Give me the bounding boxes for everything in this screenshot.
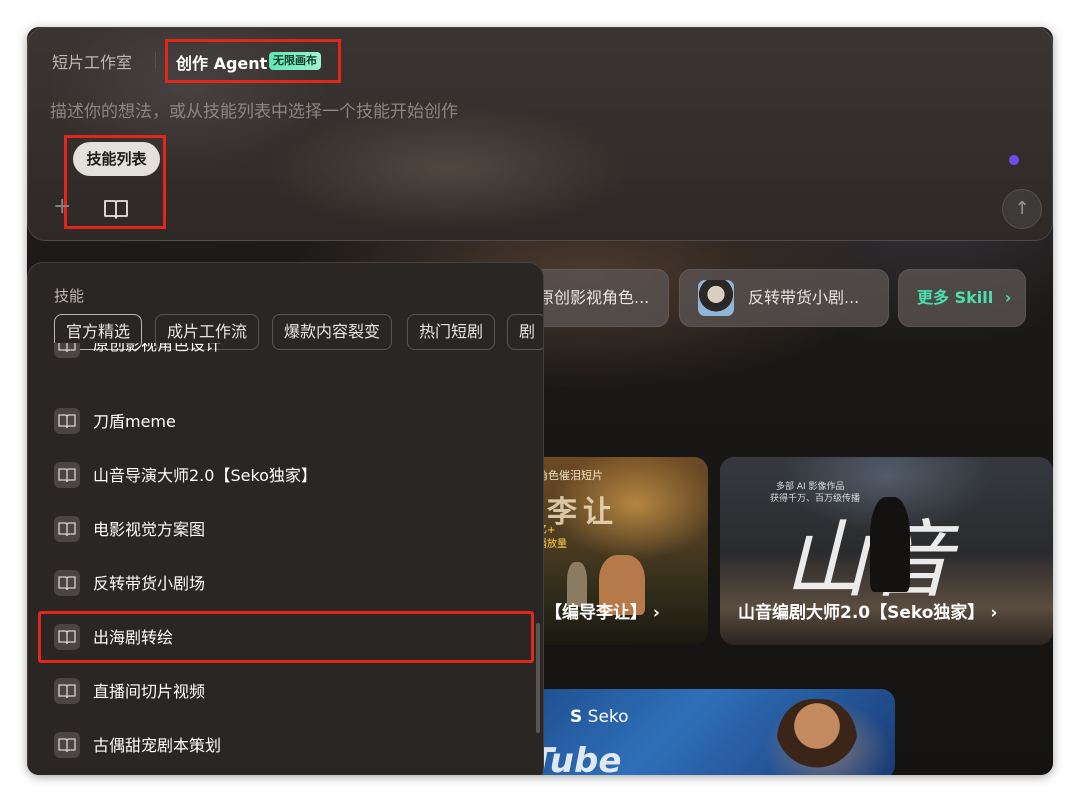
skill-label: 原创影视角色设计 — [93, 343, 222, 354]
book-icon — [54, 343, 80, 358]
book-icon — [54, 678, 80, 704]
chevron-right-icon: › — [652, 603, 660, 623]
skills-dropdown: 技能 官方精选 成片工作流 爆款内容裂变 热门短剧 剧 原创影视角色设计 刀盾m… — [27, 262, 544, 775]
skill-list-item[interactable]: 原创影视角色设计 — [28, 343, 543, 373]
person-figure — [870, 497, 910, 592]
skill-label: 反转带货小剧场 — [93, 574, 206, 593]
tab-divider — [155, 52, 156, 68]
skill-list-item[interactable]: 反转带货小剧场 — [28, 555, 543, 609]
book-icon — [54, 462, 80, 488]
card-label: 【编导李让】 › — [545, 603, 660, 623]
tab-create-agent[interactable]: 创作 Agent 无限画布 — [165, 39, 341, 83]
skill-list-item[interactable]: 古偶甜宠剧本策划 — [28, 717, 543, 771]
skill-pill-label: 反转带货小剧... — [748, 288, 860, 307]
book-icon — [54, 408, 80, 434]
scrollbar-thumb[interactable] — [536, 623, 540, 733]
skill-label: 山音导演大师2.0【Seko独家】 — [93, 466, 317, 485]
card-poster-title: 李让 — [547, 495, 619, 530]
skill-label: 电影视觉方案图 — [93, 520, 206, 539]
prompt-composer: 短片工作室 创作 Agent 无限画布 描述你的想法，或从技能列表中选择一个技能… — [27, 27, 1053, 241]
status-dot — [1009, 155, 1019, 165]
chevron-right-icon: › — [990, 603, 998, 623]
card-tagline: 角色催泪短片 — [537, 469, 603, 482]
skill-label: 刀盾meme — [93, 412, 176, 431]
skill-list-item[interactable]: 直播间切片视频 — [28, 663, 543, 717]
skill-pill-label: 原创影视角色... — [538, 288, 650, 307]
send-button[interactable]: ↑ — [1002, 189, 1042, 229]
skill-label: 古偶甜宠剧本策划 — [93, 736, 222, 755]
featured-card-li-rang[interactable]: 角色催泪短片 李让 亿+ 播放量 【编导李让】 › — [527, 457, 708, 645]
tab-agent-label: 创作 Agent — [176, 54, 268, 73]
skill-list-item[interactable]: 电影视觉方案图 — [28, 501, 543, 555]
book-icon[interactable] — [103, 198, 129, 220]
skill-list-item[interactable]: 刀盾meme — [28, 393, 543, 447]
skill-thumbnail — [698, 280, 734, 316]
book-icon — [54, 570, 80, 596]
plus-icon[interactable]: + — [53, 196, 71, 218]
skill-list-chip[interactable]: 技能列表 — [73, 142, 160, 176]
prompt-input[interactable]: 描述你的想法，或从技能列表中选择一个技能开始创作 — [50, 97, 458, 122]
tab-short-film-studio[interactable]: 短片工作室 — [52, 49, 132, 73]
featured-card-seko[interactable]: S Seko Tube — [527, 689, 895, 775]
featured-card-shanyin[interactable]: 多部 AI 影像作品 获得千万、百万级传播 山音 山音编剧大师2.0【Seko独… — [720, 457, 1053, 645]
card-poster-title: Tube — [531, 741, 622, 775]
infinite-canvas-badge: 无限画布 — [269, 52, 321, 70]
card-calligraphy-title: 山音 — [784, 511, 953, 609]
seko-logo: S Seko — [570, 707, 629, 727]
book-icon — [54, 516, 80, 542]
chevron-right-icon: › — [1004, 288, 1012, 307]
card-label: 山音编剧大师2.0【Seko独家】 › — [738, 603, 998, 623]
selection-highlight — [38, 611, 534, 663]
arrow-up-icon: ↑ — [1014, 198, 1030, 219]
book-icon — [54, 732, 80, 758]
more-skills-button[interactable]: 更多 Skill › — [898, 269, 1026, 327]
app-window: 原创影视角色... 反转带货小剧... 更多 Skill › 角色催泪短片 李让… — [27, 27, 1053, 775]
more-skills-label: 更多 Skill — [917, 288, 994, 307]
skill-pill-reversal-sales[interactable]: 反转带货小剧... — [679, 269, 889, 327]
panel-title: 技能 — [54, 287, 85, 305]
skill-list-item[interactable]: 山音导演大师2.0【Seko独家】 — [28, 447, 543, 501]
singer-figure — [777, 699, 857, 775]
skill-label: 直播间切片视频 — [93, 682, 206, 701]
